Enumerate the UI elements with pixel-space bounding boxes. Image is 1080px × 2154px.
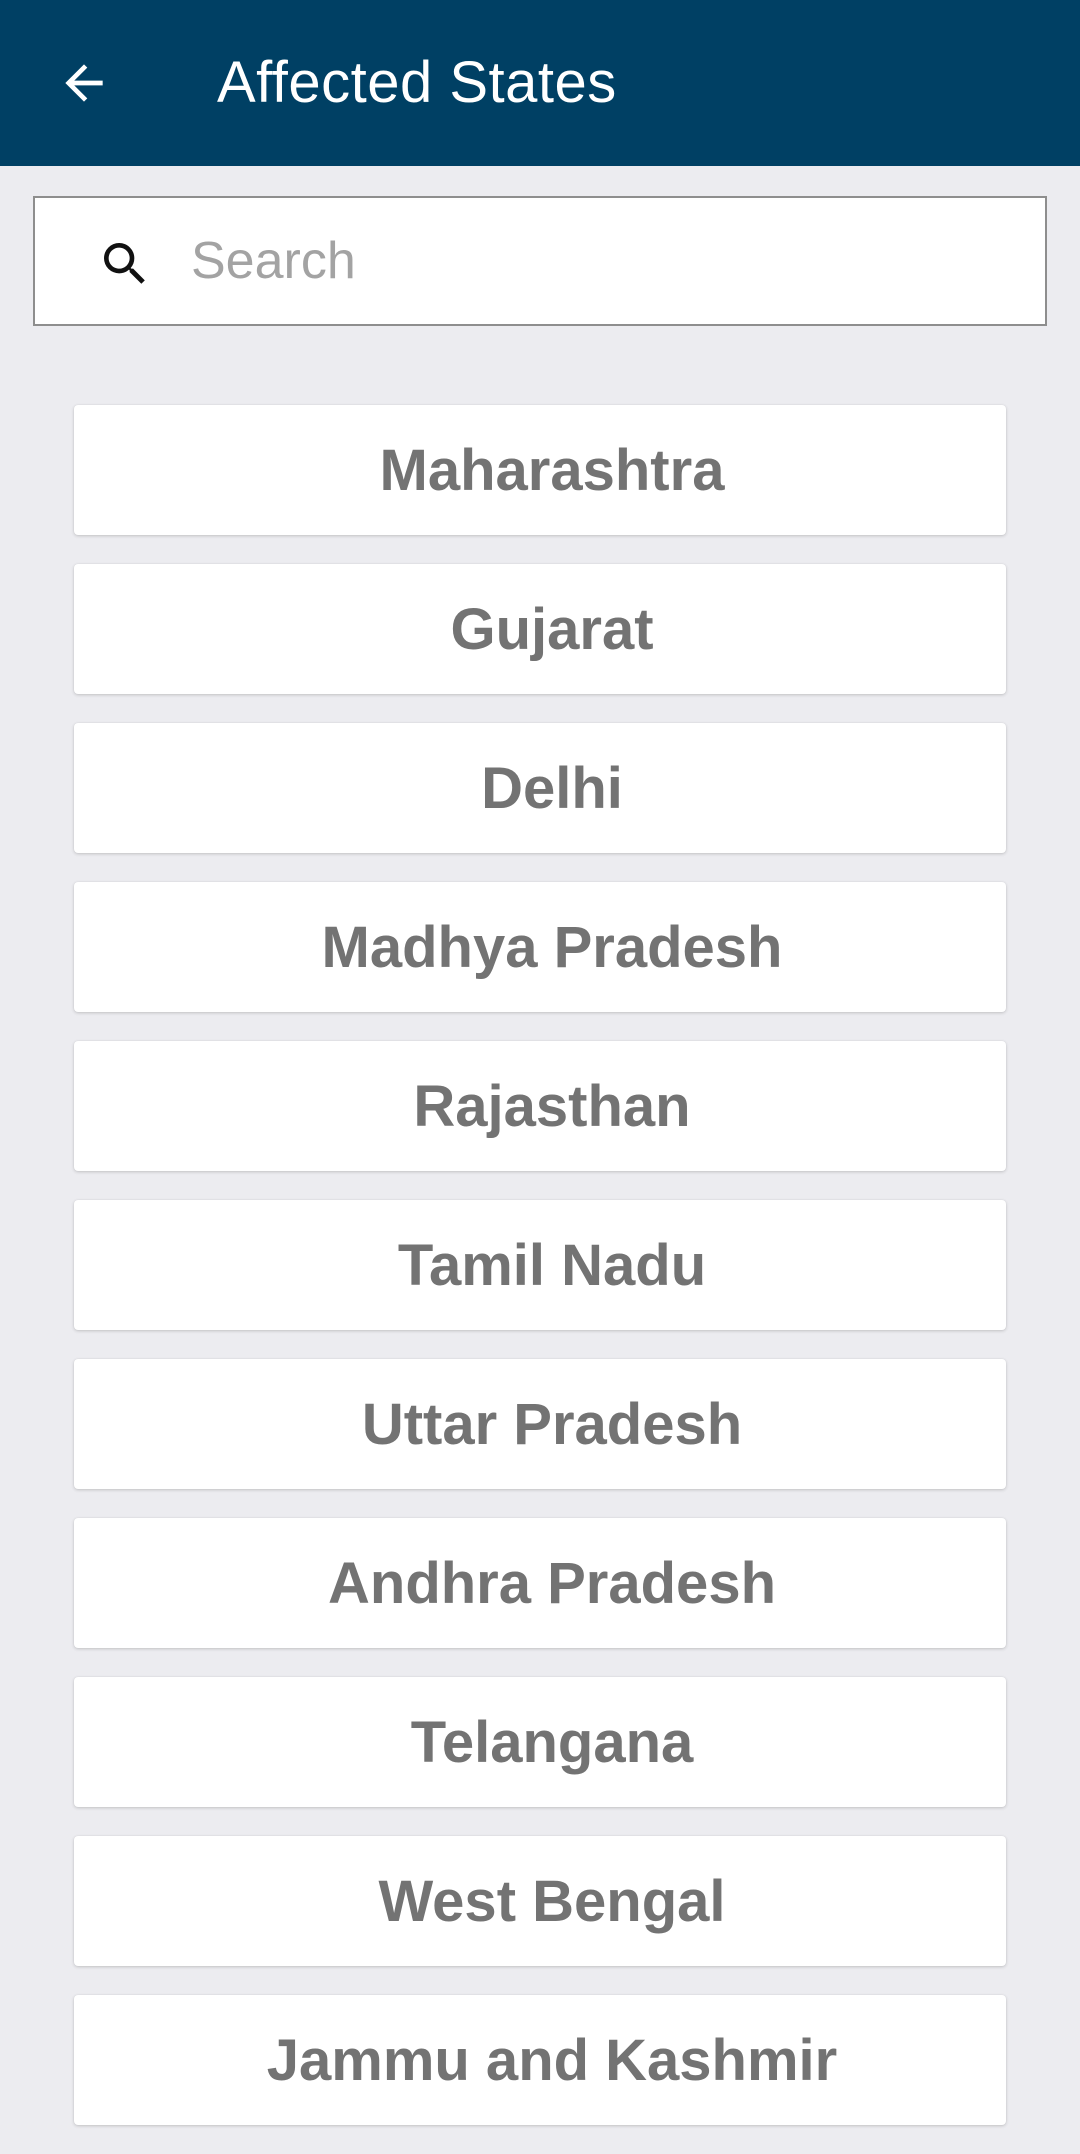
state-label: Tamil Nadu [397,1232,707,1298]
state-label: Jammu and Kashmir [266,2027,838,2093]
search-icon [104,243,145,284]
state-item[interactable]: West Bengal [74,1836,1006,1966]
state-item[interactable]: Uttar Pradesh [74,1359,1006,1489]
state-item[interactable]: Rajasthan [74,1041,1006,1171]
state-item[interactable]: Maharashtra [74,405,1006,535]
state-label: Delhi [481,755,623,821]
search-input[interactable] [177,198,1027,324]
back-button[interactable] [44,43,124,123]
search-box[interactable] [33,196,1047,326]
state-item[interactable]: Tamil Nadu [74,1200,1006,1330]
state-item[interactable]: Andhra Pradesh [74,1518,1006,1648]
states-list: Maharashtra Gujarat Delhi Madhya Pradesh… [74,405,1006,2154]
state-label: Maharashtra [379,437,725,503]
page-title: Affected States [217,50,617,115]
state-item[interactable]: Telangana [74,1677,1006,1807]
state-item[interactable]: Delhi [74,723,1006,853]
state-label: Andhra Pradesh [328,1550,776,1616]
state-label: Gujarat [450,596,654,662]
state-label: West Bengal [378,1868,726,1934]
state-item[interactable]: Madhya Pradesh [74,882,1006,1012]
state-label: Madhya Pradesh [321,914,783,980]
state-label: Telangana [410,1709,694,1775]
arrow-left-icon [65,64,103,102]
app-bar: Affected States [0,0,1080,166]
state-label: Uttar Pradesh [361,1391,743,1457]
state-item[interactable]: Jammu and Kashmir [74,1995,1006,2125]
state-label: Rajasthan [413,1073,691,1139]
state-item[interactable]: Gujarat [74,564,1006,694]
